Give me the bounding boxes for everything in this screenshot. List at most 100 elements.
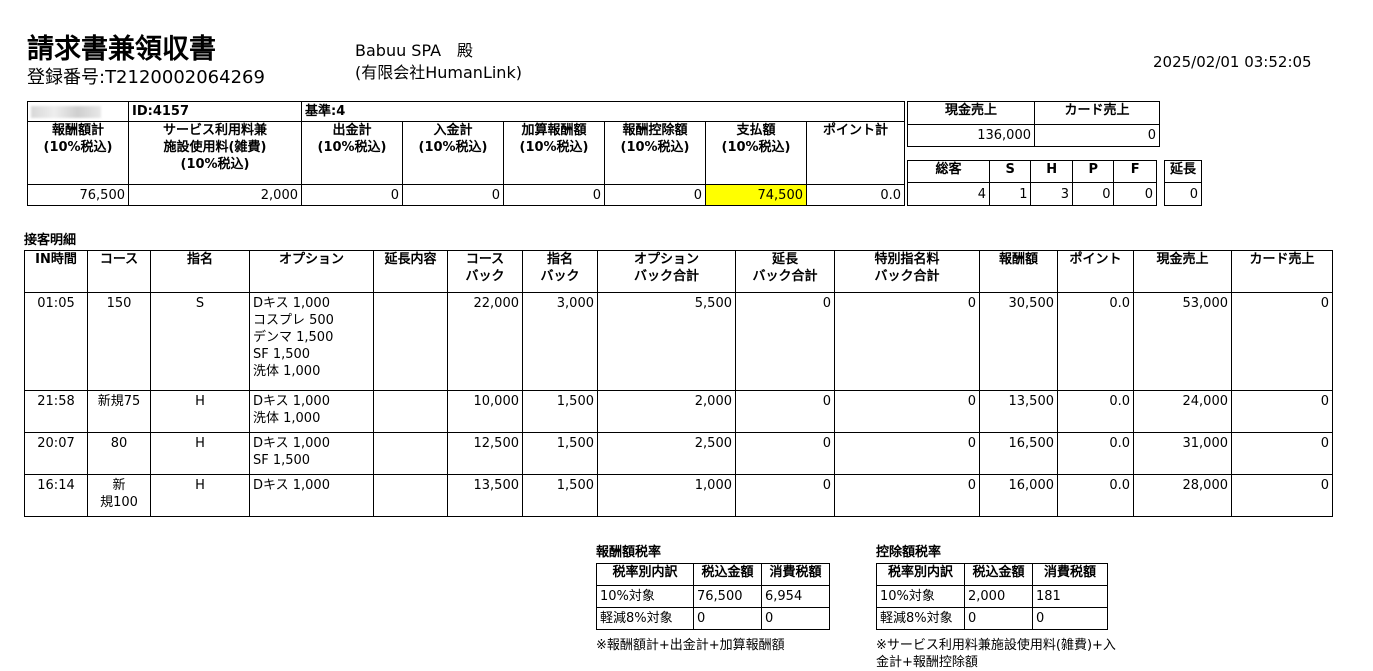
summary-value: 0 bbox=[301, 184, 403, 206]
summary-value: 0 bbox=[402, 184, 504, 206]
tax-header: 税率別内訳 bbox=[876, 563, 965, 586]
tax-row: 軽減8%対象 0 0 bbox=[596, 607, 830, 630]
detail-cell-opt-back: 5,500 bbox=[597, 292, 736, 391]
detail-cell-point: 0.0 bbox=[1057, 474, 1134, 517]
detail-cell-cash: 31,000 bbox=[1133, 432, 1232, 475]
detail-header: カード売上 bbox=[1231, 250, 1333, 293]
customer-count-table: 総客 S H P F 41300 bbox=[907, 160, 1157, 206]
tax-header-row: 税率別内訳 税込金額 消費税額 bbox=[596, 563, 830, 586]
sales-value: 0 bbox=[1034, 124, 1160, 147]
detail-cell-opt-back: 2,500 bbox=[597, 432, 736, 475]
tax-row: 10%対象 2,000 181 bbox=[876, 585, 1108, 608]
detail-cell-reward: 30,500 bbox=[979, 292, 1058, 391]
detail-cell-options: Dキス 1,000 コスプレ 500 デンマ 1,500 SF 1,500 洗体… bbox=[249, 292, 374, 391]
detail-cell-extension bbox=[373, 292, 448, 391]
table-row: 20:07 80 H Dキス 1,000 SF 1,500 12,500 1,500 2,5… bbox=[24, 432, 1333, 475]
detail-cell-point: 0.0 bbox=[1057, 432, 1134, 475]
detail-header: IN時間 bbox=[24, 250, 88, 293]
detail-cell-course: 新 規100 bbox=[87, 474, 151, 517]
detail-cell-special-back: 0 bbox=[834, 292, 980, 391]
table-row: 01:05 150 S Dキス 1,000 コスプレ 500 デンマ 1,500 SF… bbox=[24, 292, 1333, 391]
summary-table: ID:4157 基準:4 報酬額計 (10%税込) サービス利用料兼 施設使用料(… bbox=[27, 101, 905, 206]
detail-cell-nomination: H bbox=[150, 390, 250, 433]
sales-header: 現金売上 bbox=[907, 101, 1035, 125]
deduction-tax-table: 税率別内訳 税込金額 消費税額 10%対象 2,000 181 軽減8%対象 0 0 bbox=[876, 563, 1108, 630]
table-row: 16:14 新 規100 H Dキス 1,000 13,500 1,500 1,000 0 0 1… bbox=[24, 474, 1333, 517]
deduction-tax-note: ※サービス利用料兼施設使用料(雑費)+入 金計+報酬控除額 bbox=[876, 638, 1116, 670]
count-header: F bbox=[1113, 160, 1157, 183]
detail-header: 現金売上 bbox=[1133, 250, 1232, 293]
detail-cell-reward: 16,500 bbox=[979, 432, 1058, 475]
detail-cell-nomination: H bbox=[150, 432, 250, 475]
tax-header-row: 税率別内訳 税込金額 消費税額 bbox=[876, 563, 1108, 586]
detail-cell-point: 0.0 bbox=[1057, 292, 1134, 391]
detail-cell-ext-back: 0 bbox=[735, 432, 835, 475]
tax-cell: 0 bbox=[964, 607, 1033, 630]
detail-cell-in-time: 20:07 bbox=[24, 432, 88, 475]
payment-amount: 74,500 bbox=[705, 184, 807, 206]
document-title: 請求書兼領収書 bbox=[27, 34, 216, 65]
detail-header: 指名 bbox=[150, 250, 250, 293]
detail-cell-nom-back: 3,000 bbox=[522, 292, 598, 391]
detail-header: オプション bbox=[249, 250, 374, 293]
deduction-tax-title: 控除額税率 bbox=[876, 545, 942, 560]
tax-cell: 軽減8%対象 bbox=[876, 607, 965, 630]
summary-value: 0 bbox=[503, 184, 605, 206]
detail-cell-ext-back: 0 bbox=[735, 474, 835, 517]
tax-cell: 76,500 bbox=[693, 585, 762, 608]
tax-cell: 181 bbox=[1032, 585, 1108, 608]
detail-cell-extension bbox=[373, 474, 448, 517]
tax-cell: 10%対象 bbox=[876, 585, 965, 608]
detail-cell-nomination: S bbox=[150, 292, 250, 391]
sales-header: カード売上 bbox=[1034, 101, 1160, 125]
detail-cell-nom-back: 1,500 bbox=[522, 390, 598, 433]
tax-header: 税率別内訳 bbox=[596, 563, 694, 586]
reward-tax-table: 税率別内訳 税込金額 消費税額 10%対象 76,500 6,954 軽減8%対象 0 0 bbox=[596, 563, 830, 630]
blurred-name bbox=[27, 101, 129, 122]
tax-cell: 0 bbox=[761, 607, 830, 630]
detail-header: 特別指名料 バック合計 bbox=[834, 250, 980, 293]
count-header: H bbox=[1030, 160, 1073, 183]
detail-cell-course-back: 10,000 bbox=[447, 390, 523, 433]
detail-cell-card: 0 bbox=[1231, 390, 1333, 433]
detail-section-title: 接客明細 bbox=[24, 233, 77, 248]
tax-cell: 6,954 bbox=[761, 585, 830, 608]
detail-cell-reward: 16,000 bbox=[979, 474, 1058, 517]
detail-header: 延長 バック合計 bbox=[735, 250, 835, 293]
tax-header: 税込金額 bbox=[693, 563, 762, 586]
summary-value: 0 bbox=[604, 184, 706, 206]
table-row: 21:58 新規75 H Dキス 1,000 洗体 1,000 10,000 1,500 2… bbox=[24, 390, 1333, 433]
detail-cell-course: 80 bbox=[87, 432, 151, 475]
summary-header: 加算報酬額 (10%税込) bbox=[503, 121, 605, 185]
sales-table: 現金売上 カード売上 136,000 0 bbox=[907, 101, 1160, 147]
reward-tax-title: 報酬額税率 bbox=[596, 545, 662, 560]
detail-header: ポイント bbox=[1057, 250, 1134, 293]
detail-cell-card: 0 bbox=[1231, 432, 1333, 475]
detail-header: オプション バック合計 bbox=[597, 250, 736, 293]
detail-cell-special-back: 0 bbox=[834, 474, 980, 517]
detail-cell-special-back: 0 bbox=[834, 390, 980, 433]
summary-header: 報酬控除額 (10%税込) bbox=[604, 121, 706, 185]
summary-header: 入金計 (10%税込) bbox=[402, 121, 504, 185]
tax-row: 10%対象 76,500 6,954 bbox=[596, 585, 830, 608]
count-value: 3 bbox=[1030, 182, 1073, 206]
recipient-company: (有限会社HumanLink) bbox=[355, 63, 522, 82]
count-value: 0 bbox=[1071, 182, 1115, 206]
detail-cell-cash: 24,000 bbox=[1133, 390, 1232, 433]
extension-header: 延長 bbox=[1164, 160, 1202, 183]
base-level: 基準:4 bbox=[301, 101, 905, 122]
tax-cell: 軽減8%対象 bbox=[596, 607, 694, 630]
detail-header: コース bbox=[87, 250, 151, 293]
detail-cell-nom-back: 1,500 bbox=[522, 474, 598, 517]
detail-cell-point: 0.0 bbox=[1057, 390, 1134, 433]
detail-cell-options: Dキス 1,000 SF 1,500 bbox=[249, 432, 374, 475]
detail-cell-card: 0 bbox=[1231, 292, 1333, 391]
detail-header: 報酬額 bbox=[979, 250, 1058, 293]
detail-cell-cash: 28,000 bbox=[1133, 474, 1232, 517]
summary-value: 76,500 bbox=[27, 184, 129, 206]
detail-cell-opt-back: 1,000 bbox=[597, 474, 736, 517]
recipient-name: Babuu SPA 殿 bbox=[355, 41, 474, 60]
extension-count-table: 延長 0 bbox=[1164, 160, 1202, 206]
count-value: 4 bbox=[907, 182, 990, 206]
detail-header: コース バック bbox=[447, 250, 523, 293]
